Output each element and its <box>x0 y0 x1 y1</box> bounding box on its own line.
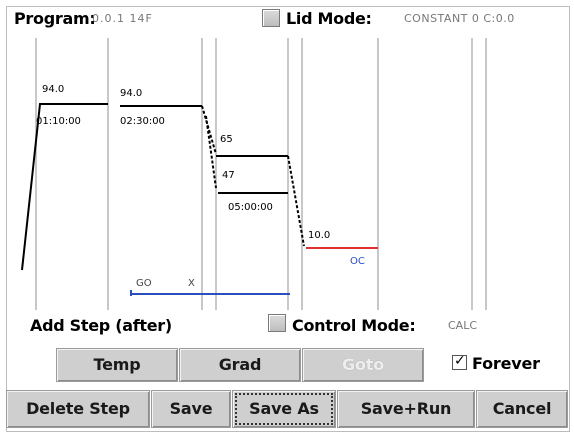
step1-temp-label: 94.0 <box>42 84 64 95</box>
add-step-label: Add Step (after) <box>30 316 172 335</box>
control-mode-value: CALC <box>448 319 478 332</box>
forever-checkbox[interactable]: ✓ <box>452 353 467 370</box>
ramp-to-step3 <box>201 105 217 155</box>
step3-temp-label: 65 <box>220 134 233 145</box>
step4-temp-label: 47 <box>222 170 235 181</box>
step1-time-label: 01:10:00 <box>36 116 81 127</box>
goto-label: GO <box>136 278 152 289</box>
step5-time-label: OC <box>350 256 365 267</box>
temp-button[interactable]: Temp <box>56 348 178 382</box>
step5-temp-label: 10.0 <box>308 230 330 241</box>
lid-mode-checkbox[interactable] <box>262 9 280 27</box>
lid-mode-label: Lid Mode: <box>286 9 372 28</box>
step-dividers <box>35 38 487 310</box>
cancel-button[interactable]: Cancel <box>476 390 568 428</box>
program-label: Program: <box>14 9 96 28</box>
step2-time-label: 02:30:00 <box>120 116 165 127</box>
checkmark-icon: ✓ <box>454 353 466 369</box>
step4-time-label: 05:00:00 <box>228 202 273 213</box>
forever-label: Forever <box>472 354 540 373</box>
control-mode-label: Control Mode: <box>292 316 416 335</box>
program-name: 0.0.1 14F <box>92 12 153 25</box>
goto-button[interactable]: Goto <box>302 348 424 382</box>
lid-mode-value: CONSTANT 0 C:0.0 <box>404 12 515 25</box>
delete-step-button[interactable]: Delete Step <box>6 390 150 428</box>
step2-temp-label: 94.0 <box>120 88 142 99</box>
save-as-button[interactable]: Save As <box>232 390 336 428</box>
control-mode-checkbox[interactable] <box>268 314 286 332</box>
grad-button[interactable]: Grad <box>179 348 301 382</box>
save-button[interactable]: Save <box>151 390 231 428</box>
program-graph[interactable]: 94.0 01:10:00 94.0 02:30:00 65 47 05:00:… <box>10 38 566 310</box>
goto-x-label: X <box>188 278 195 289</box>
save-run-button[interactable]: Save+Run <box>337 390 475 428</box>
temperature-profile-line <box>21 103 108 271</box>
